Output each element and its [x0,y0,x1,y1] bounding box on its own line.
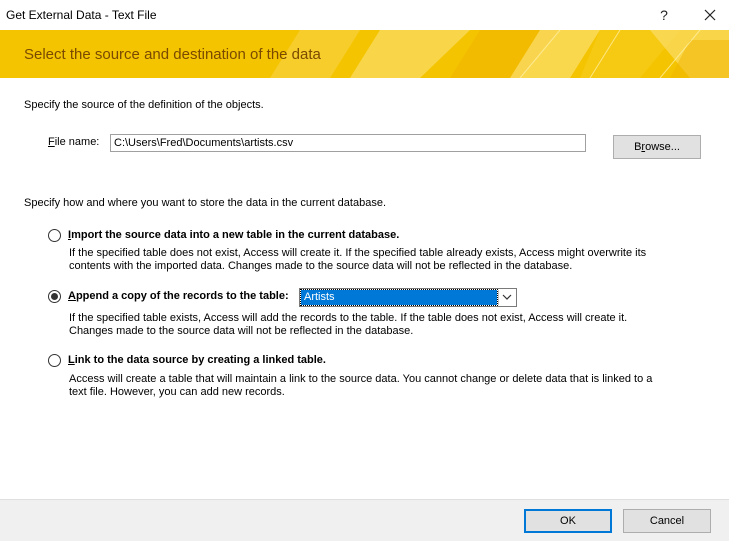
append-option-label[interactable]: Append a copy of the records to the tabl… [68,290,289,302]
dropdown-button[interactable] [498,290,515,305]
close-icon [704,9,716,21]
append-table-value: Artists [300,289,498,306]
append-description-line2: Changes made to the source data will not… [69,325,414,337]
cancel-button[interactable]: Cancel [623,509,711,533]
link-accel: L [68,354,75,366]
button-bar: OK Cancel [0,499,729,541]
file-name-label-rest: ile name: [54,136,100,148]
link-radio[interactable] [48,354,61,367]
browse-post: owse... [645,141,680,153]
chevron-down-icon [502,294,512,300]
append-accel: A [68,290,76,302]
browse-button[interactable]: Browse... [613,135,701,159]
append-radio[interactable] [48,290,61,303]
destination-instruction: Specify how and where you want to store … [24,197,387,209]
import-description-line1: If the specified table does not exist, A… [69,247,647,259]
ok-button[interactable]: OK [524,509,612,533]
file-name-label: File name: [48,136,99,148]
import-radio[interactable] [48,229,61,242]
import-description-line2: contents with the imported data. Changes… [69,260,573,272]
help-button[interactable]: ? [652,2,676,28]
append-table-select[interactable]: Artists [299,288,517,307]
close-button[interactable] [697,2,723,28]
import-option-label[interactable]: Import the source data into a new table … [68,229,399,241]
append-label-rest: ppend a copy of the records to the table… [75,290,289,302]
link-label-rest: ink to the data source by creating a lin… [74,354,326,366]
window-title: Get External Data - Text File [6,8,157,22]
link-option-label[interactable]: Link to the data source by creating a li… [68,354,326,366]
link-description-line1: Access will create a table that will mai… [69,373,653,385]
file-name-label-accel: F [48,136,55,148]
header-banner: Select the source and destination of the… [0,30,729,78]
link-description-line2: text file. However, you can add new reco… [69,386,285,398]
get-external-data-dialog: Get External Data - Text File ? Select t… [0,0,729,541]
title-bar: Get External Data - Text File ? [0,0,729,30]
source-instruction: Specify the source of the definition of … [24,99,264,111]
banner-title: Select the source and destination of the… [24,46,321,63]
import-label-rest: mport the source data into a new table i… [71,229,400,241]
append-description-line1: If the specified table exists, Access wi… [69,312,628,324]
file-name-input[interactable]: C:\Users\Fred\Documents\artists.csv [110,134,586,152]
